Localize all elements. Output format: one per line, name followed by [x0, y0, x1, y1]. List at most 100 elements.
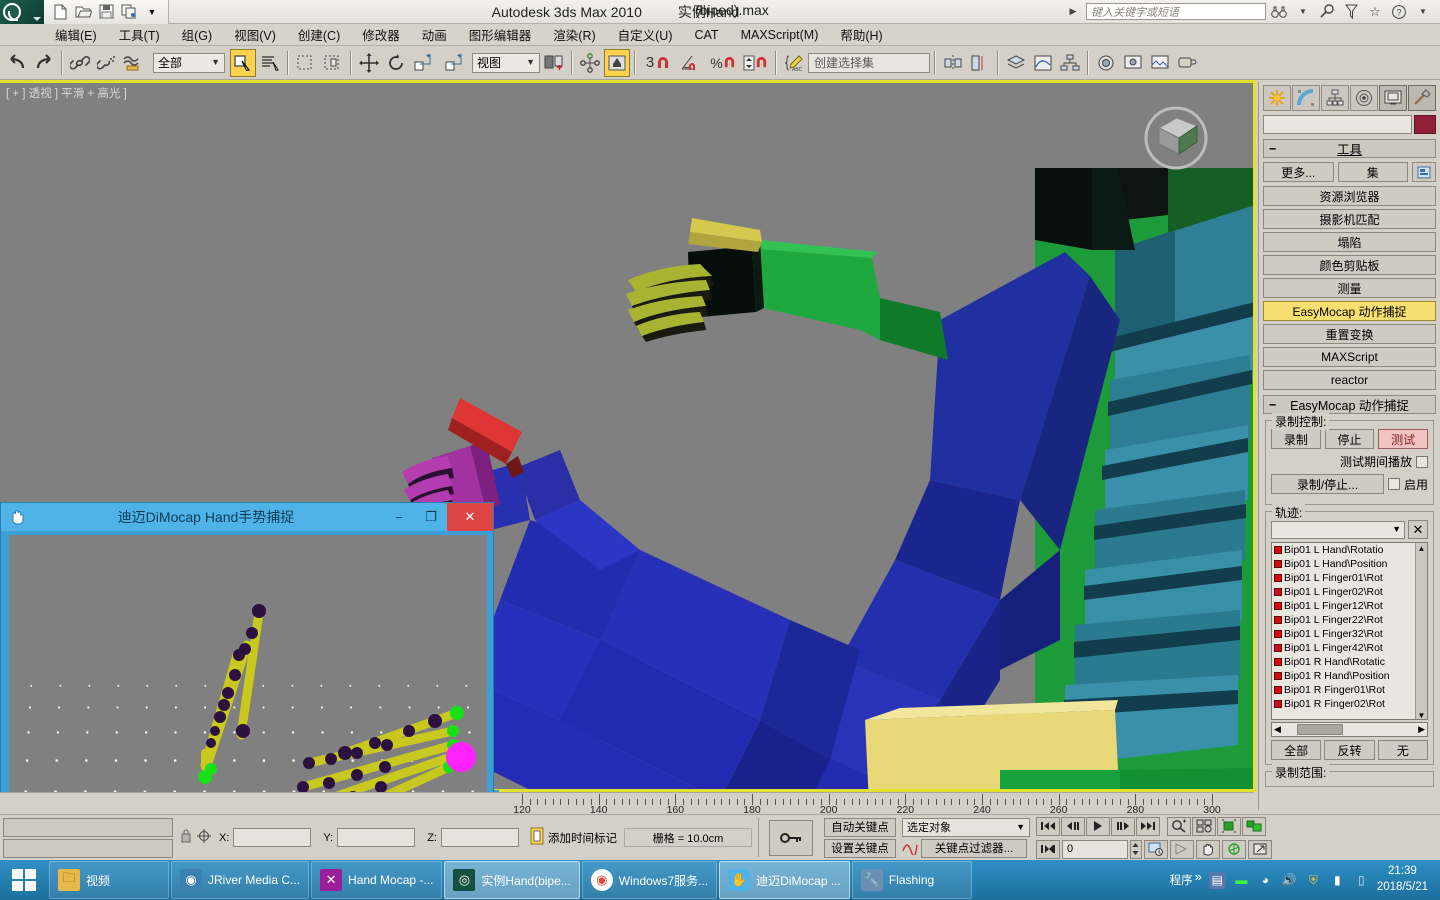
minimize-button[interactable]: −	[383, 503, 415, 531]
qat-dropdown-icon[interactable]: ▼	[142, 2, 162, 21]
select-and-scale-button[interactable]	[410, 49, 436, 77]
track-list-hscrollbar[interactable]: ◀ ▶	[1271, 722, 1428, 737]
track-list-item[interactable]: Bip01 L Hand\Position	[1272, 557, 1427, 571]
field-of-view-icon[interactable]	[1169, 839, 1194, 859]
app-logo-button[interactable]	[0, 0, 44, 24]
reset-xform-button[interactable]: 重置变换	[1263, 324, 1436, 344]
menu-item-graph-editors[interactable]: 图形编辑器	[458, 23, 543, 46]
scroll-up-icon[interactable]: ▲	[1418, 544, 1426, 553]
maximize-button[interactable]: ❐	[415, 503, 447, 531]
funnel-icon[interactable]	[1340, 2, 1362, 22]
create-tab[interactable]	[1263, 85, 1291, 111]
track-list-item[interactable]: Bip01 L Finger12\Rot	[1272, 599, 1427, 613]
security-icon[interactable]: ⛨	[1305, 872, 1322, 889]
menu-item-group[interactable]: 组(G)	[171, 23, 224, 46]
render-production-icon[interactable]	[1174, 49, 1200, 77]
reactor-button[interactable]: reactor	[1263, 370, 1436, 390]
menu-item-customize[interactable]: 自定义(U)	[607, 23, 684, 46]
key-mode-toggle-button[interactable]	[768, 819, 813, 856]
auto-key-button[interactable]: 自动关键点	[823, 817, 896, 837]
zoom-icon[interactable]	[1166, 816, 1191, 836]
object-color-swatch[interactable]	[1414, 115, 1436, 134]
clock-tray-icon[interactable]: ◕	[1257, 872, 1274, 889]
utilities-tab[interactable]	[1408, 85, 1436, 111]
track-list-item[interactable]: Bip01 L Finger01\Rot	[1272, 571, 1427, 585]
color-clipboard-button[interactable]: 颜色剪贴板	[1263, 255, 1436, 275]
measure-button[interactable]: 测量	[1263, 278, 1436, 298]
play-button[interactable]	[1085, 816, 1110, 836]
lock-selection-icon[interactable]	[180, 828, 192, 847]
start-button[interactable]	[0, 860, 48, 900]
tray-overflow-chevron[interactable]: »	[1195, 870, 1202, 884]
track-list[interactable]: Bip01 L Hand\Rotatio Bip01 L Hand\Positi…	[1271, 542, 1428, 720]
named-selection-sets-button[interactable]: ABC	[781, 49, 807, 77]
easymocap-button[interactable]: EasyMocap 动作捕捉	[1263, 301, 1436, 321]
unlink-selection-button[interactable]	[94, 49, 120, 77]
next-frame-button[interactable]	[1110, 816, 1135, 836]
track-list-item[interactable]: Bip01 L Finger32\Rot	[1272, 627, 1427, 641]
taskbar-item-chrome-win7[interactable]: ◉ Windows7服务...	[581, 861, 718, 899]
align-button[interactable]	[604, 48, 630, 77]
track-list-item[interactable]: Bip01 L Finger02\Rot	[1272, 585, 1427, 599]
select-and-scale-variant-button[interactable]	[441, 49, 467, 77]
more-button[interactable]: 更多...	[1263, 162, 1334, 182]
current-frame-input[interactable]: 0	[1061, 839, 1128, 859]
scroll-left-icon[interactable]: ◀	[1272, 724, 1281, 735]
volume-icon[interactable]: 🔊	[1281, 872, 1298, 889]
menu-item-tools[interactable]: 工具(T)	[108, 23, 171, 46]
curve-editor-icon[interactable]	[1030, 49, 1056, 77]
menu-item-maxscript[interactable]: MAXScript(M)	[730, 26, 830, 44]
rectangular-selection-region-button[interactable]	[293, 49, 319, 77]
material-editor-icon[interactable]	[1093, 49, 1119, 77]
taskbar-item-video[interactable]: 🗀 视频	[49, 861, 169, 899]
test-button[interactable]: 测试	[1378, 429, 1429, 449]
menu-item-cat[interactable]: CAT	[684, 26, 730, 44]
help-icon[interactable]: ?	[1388, 2, 1410, 22]
hscroll-thumb[interactable]	[1296, 724, 1343, 735]
close-button[interactable]: ✕	[447, 503, 493, 531]
object-name-input[interactable]	[1263, 115, 1412, 134]
maxscript-button[interactable]: MAXScript	[1263, 347, 1436, 367]
signal-icon[interactable]: ▮	[1329, 872, 1346, 889]
selection-filter-dropdown[interactable]: 全部 ▼	[153, 52, 225, 73]
modify-tab[interactable]	[1292, 85, 1320, 111]
add-time-tag-toggle-icon[interactable]	[530, 827, 544, 848]
hierarchy-tab[interactable]	[1321, 85, 1349, 111]
stop-button[interactable]: 停止	[1324, 429, 1375, 449]
invert-selection-button[interactable]: 反转	[1324, 740, 1375, 760]
menu-item-animation[interactable]: 动画	[411, 23, 458, 46]
mirror-icon[interactable]	[577, 49, 603, 77]
ime-icon[interactable]: ▯	[1353, 872, 1370, 889]
magnifier-key-icon[interactable]	[1316, 2, 1338, 22]
add-time-tag-label[interactable]: 添加时间标记	[548, 830, 617, 846]
sets-button[interactable]: 集	[1337, 162, 1408, 182]
save-file-icon[interactable]	[96, 2, 116, 21]
dimocap-titlebar[interactable]: 迪迈DiMocap Hand手势捕捉 − ❐ ✕	[1, 503, 493, 531]
taskbar-item-hand-mocap[interactable]: ✕ Hand Mocap -...	[311, 861, 443, 899]
mirror-tool-icon[interactable]	[940, 49, 966, 77]
select-and-rotate-button[interactable]	[383, 49, 409, 77]
record-button[interactable]: 录制	[1271, 429, 1321, 449]
camera-match-button[interactable]: 摄影机匹配	[1263, 209, 1436, 229]
prev-frame-button[interactable]	[1060, 816, 1085, 836]
bind-to-space-warp-button[interactable]	[121, 49, 147, 77]
key-filters-button[interactable]: 关键点过滤器...	[920, 838, 1027, 858]
rendered-frame-window-icon[interactable]	[1147, 49, 1173, 77]
help-dropdown-icon[interactable]: ▼	[1412, 2, 1434, 22]
zoom-extents-all-icon[interactable]	[1241, 816, 1266, 836]
new-file-icon[interactable]	[50, 2, 70, 21]
goto-end-button[interactable]	[1135, 816, 1160, 836]
track-list-item[interactable]: Bip01 L Finger22\Rot	[1272, 613, 1427, 627]
save-as-icon[interactable]	[119, 2, 139, 21]
track-dropdown[interactable]: ▼	[1271, 520, 1405, 539]
taskbar-item-dimocap[interactable]: ✋ 迪迈DiMocap ...	[719, 861, 850, 899]
enable-checkbox[interactable]	[1387, 478, 1400, 490]
z-field[interactable]	[440, 828, 519, 847]
menu-item-views[interactable]: 视图(V)	[223, 23, 287, 46]
menu-item-edit[interactable]: 编辑(E)	[44, 23, 108, 46]
search-expand-icon[interactable]: ▶	[1062, 2, 1084, 22]
absolute-relative-icon[interactable]	[196, 828, 212, 847]
delete-track-button[interactable]: ✕	[1408, 520, 1428, 539]
select-all-button[interactable]: 全部	[1271, 740, 1322, 760]
reference-coordinate-system-dropdown[interactable]: 视图 ▼	[472, 52, 540, 73]
